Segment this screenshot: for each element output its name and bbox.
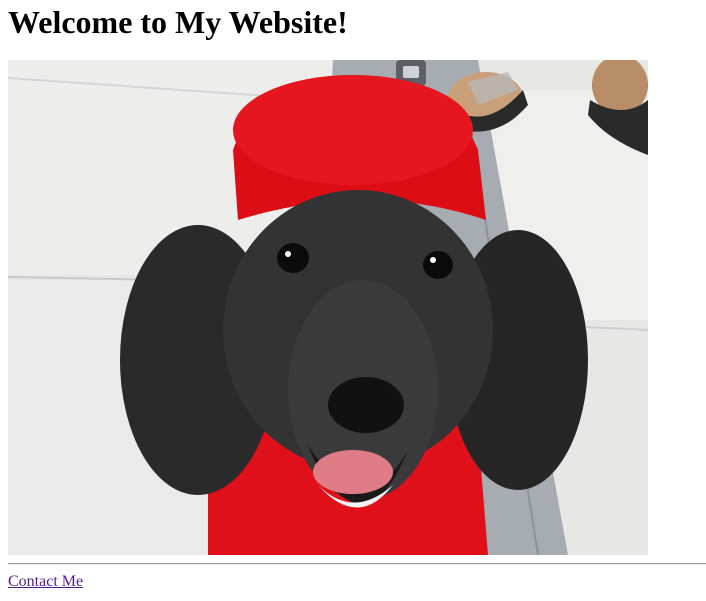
dog-photo [8,60,648,555]
page-title: Welcome to My Website! [8,4,348,40]
page-content: Welcome to My Website! Contact Me [8,0,706,590]
divider [8,563,706,565]
dog-photo-illustration [8,60,648,555]
contact-me-link[interactable]: Contact Me [8,572,83,592]
